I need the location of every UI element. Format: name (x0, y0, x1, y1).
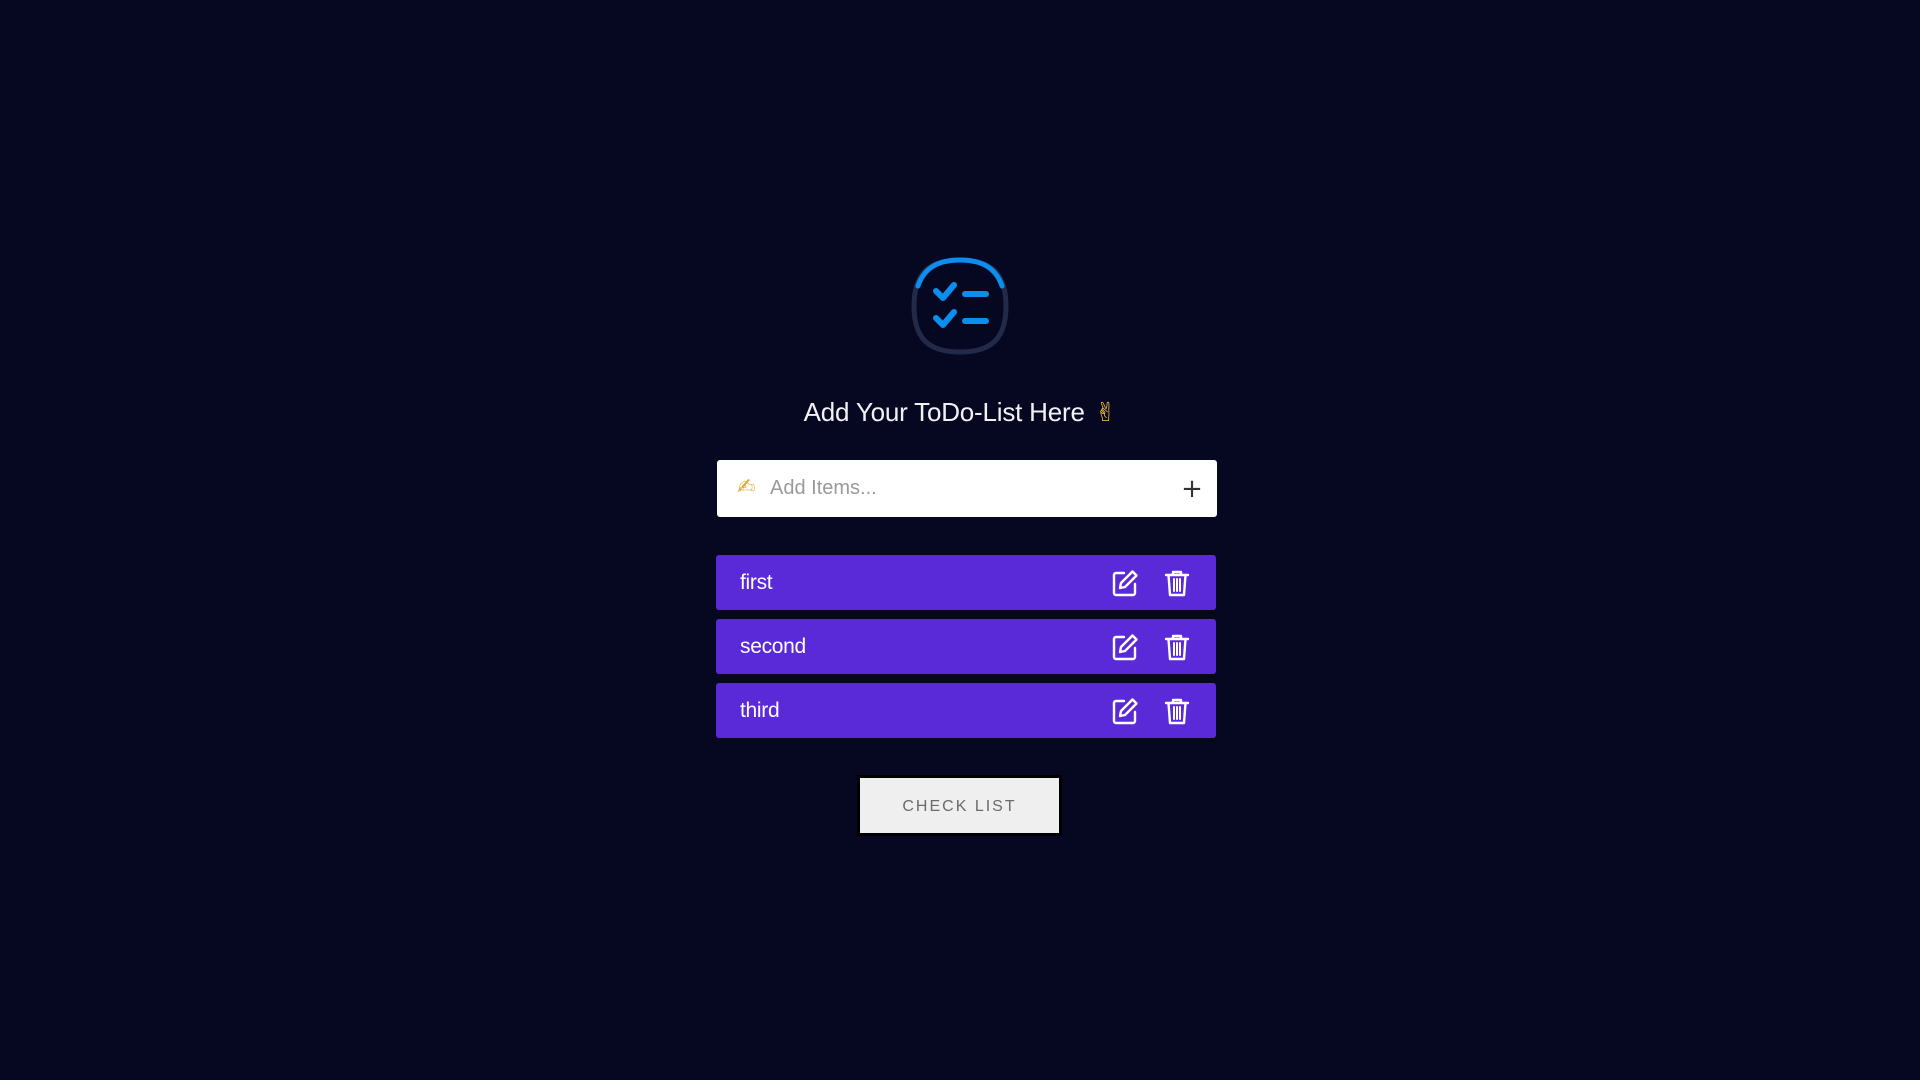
edit-item-button[interactable] (1110, 632, 1140, 662)
page-title: Add Your ToDo-List Here ✌ (0, 397, 1920, 428)
victory-hand-icon: ✌ (1094, 398, 1117, 428)
trash-icon (1164, 570, 1190, 597)
list-item-label: third (740, 699, 780, 722)
edit-icon (1112, 570, 1138, 597)
edit-item-button[interactable] (1110, 568, 1140, 598)
list-item: first (716, 555, 1216, 610)
add-item-bar: ✍ + (717, 460, 1217, 517)
check-list-button[interactable]: CHECK LIST (857, 775, 1062, 836)
checklist-icon (911, 257, 1009, 355)
edit-icon (1112, 634, 1138, 661)
list-item-label: first (740, 571, 773, 594)
add-item-input[interactable] (770, 460, 1150, 517)
edit-icon (1112, 698, 1138, 725)
list-item-label: second (740, 635, 806, 658)
page-title-text: Add Your ToDo-List Here (803, 397, 1085, 427)
delete-item-button[interactable] (1162, 632, 1192, 662)
delete-item-button[interactable] (1162, 568, 1192, 598)
todo-list: first second third (716, 555, 1216, 747)
edit-item-button[interactable] (1110, 696, 1140, 726)
list-item: third (716, 683, 1216, 738)
delete-item-button[interactable] (1162, 696, 1192, 726)
list-item: second (716, 619, 1216, 674)
writing-hand-icon: ✍ (737, 475, 756, 500)
add-item-button[interactable]: + (1175, 472, 1209, 506)
trash-icon (1164, 698, 1190, 725)
trash-icon (1164, 634, 1190, 661)
todo-app: Add Your ToDo-List Here ✌ ✍ + first (0, 0, 1920, 1080)
